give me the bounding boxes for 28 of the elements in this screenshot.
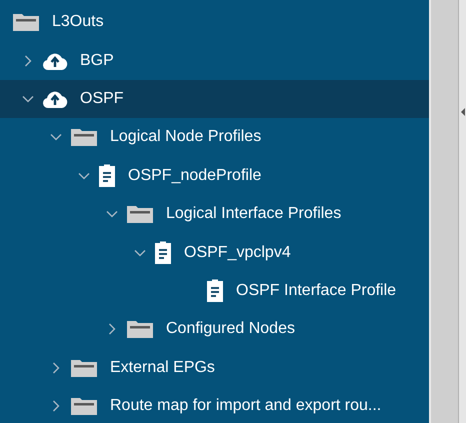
folder-icon [70, 396, 98, 416]
document-icon [206, 278, 224, 303]
chevron-right-icon[interactable] [50, 400, 62, 412]
tree-item[interactable]: L3Outs [0, 3, 429, 42]
tree-item[interactable]: OSPF_vpclpv4 [0, 233, 429, 272]
folder-icon [12, 12, 40, 32]
tree-item[interactable]: Configured Nodes [0, 310, 429, 349]
tree-item[interactable]: OSPF [0, 80, 429, 118]
splitter-handle[interactable] [458, 0, 466, 423]
tree-item[interactable]: OSPF Interface Profile [0, 272, 429, 310]
folder-icon [126, 204, 154, 224]
folder-icon [70, 127, 98, 148]
cloud-upload-icon [42, 88, 68, 109]
chevron-right-icon[interactable] [106, 323, 118, 336]
cloud-upload-icon [42, 50, 68, 71]
tree-item[interactable]: Logical Node Profiles [0, 118, 429, 157]
tree-item[interactable]: BGP [0, 41, 429, 80]
document-icon [98, 164, 116, 188]
tree-item[interactable]: External EPGs [0, 348, 429, 387]
folder-icon [126, 319, 154, 340]
tree-item[interactable]: OSPF_nodeProfile [0, 156, 429, 195]
tree-item[interactable]: Logical Interface Profiles [0, 194, 429, 234]
chevron-right-icon[interactable] [22, 54, 34, 67]
document-icon [154, 240, 172, 265]
tree-item[interactable]: Route map for import and export rou... [0, 386, 429, 423]
folder-icon [70, 358, 98, 378]
caret-left-icon[interactable] [460, 108, 464, 116]
chevron-right-icon[interactable] [50, 362, 62, 374]
